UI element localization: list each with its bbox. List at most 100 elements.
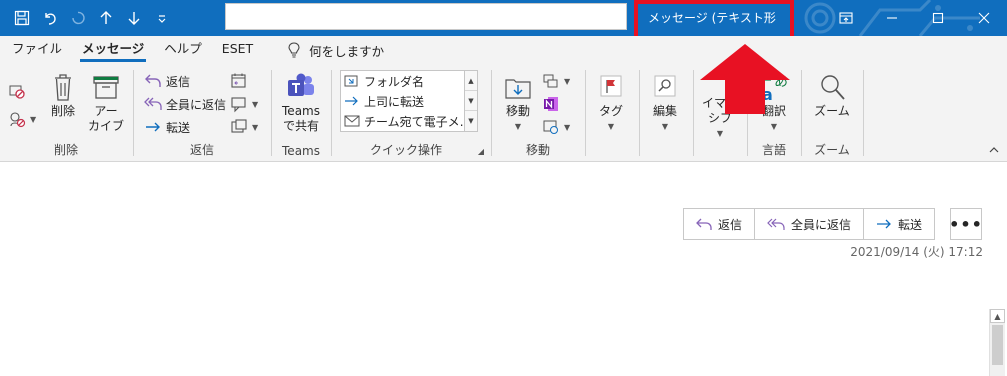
- save-icon[interactable]: [8, 0, 36, 36]
- zoom-label: ズーム: [814, 104, 850, 118]
- group-move: 移動 ▼ ▼ ▼ 移動: [492, 66, 584, 160]
- tell-me-label: 何をしますか: [309, 43, 385, 59]
- scroll-up-icon[interactable]: ▲: [990, 309, 1005, 323]
- quick-step-label: 上司に転送: [364, 94, 425, 109]
- teams-label-line1: Teams: [282, 104, 320, 118]
- trash-icon: [47, 70, 79, 104]
- forward-icon: [345, 96, 358, 106]
- ignore-button[interactable]: [8, 80, 26, 102]
- zoom-icon: [816, 70, 848, 104]
- next-item-icon[interactable]: [120, 0, 148, 36]
- mail-icon: [344, 115, 360, 127]
- minimize-icon[interactable]: [869, 0, 915, 36]
- tab-help[interactable]: ヘルプ: [154, 36, 212, 64]
- group-label-delete: 削除: [53, 143, 78, 157]
- rules-button[interactable]: ▼: [542, 70, 570, 92]
- calendar-reply-icon: [230, 72, 248, 90]
- ribbon-display-options-icon[interactable]: [823, 0, 869, 36]
- folder-move-icon: [344, 75, 358, 87]
- meeting-reply-button[interactable]: [230, 70, 248, 92]
- move-button[interactable]: 移動 ▼: [500, 70, 536, 134]
- gallery-more-icon[interactable]: ▼: [465, 111, 477, 131]
- group-label-zoom: ズーム: [814, 143, 850, 157]
- undo-icon[interactable]: [36, 0, 64, 36]
- reading-pane: 返信 全員に返信 転送 ••• 2021/09/14 (火) 17:12 ▲: [0, 163, 1007, 376]
- reply-label: 返信: [718, 217, 743, 232]
- group-label-language: 言語: [761, 143, 786, 157]
- group-label-move: 移動: [525, 143, 550, 157]
- group-label-respond: 返信: [189, 143, 214, 157]
- lightbulb-icon: [288, 42, 300, 58]
- tags-label: タグ: [598, 104, 623, 118]
- actions-button[interactable]: ▼: [542, 116, 570, 138]
- group-editing: 編集 ▼: [640, 66, 692, 160]
- quick-step-item[interactable]: フォルダ名: [341, 71, 477, 91]
- tab-message[interactable]: メッセージ: [72, 36, 154, 64]
- maximize-icon[interactable]: [915, 0, 961, 36]
- archive-label-line2: カイブ: [87, 119, 124, 133]
- quick-step-item[interactable]: 上司に転送: [341, 91, 477, 111]
- quick-access-toolbar: [8, 0, 176, 36]
- group-label-teams: Teams: [282, 144, 320, 158]
- previous-item-icon[interactable]: [92, 0, 120, 36]
- chevron-down-icon: ▼: [564, 76, 571, 86]
- reply-all-button[interactable]: 全員に返信: [755, 209, 865, 239]
- chat-icon: [230, 95, 248, 113]
- reply-label: 返信: [166, 74, 191, 89]
- chevron-down-icon: ▼: [607, 122, 615, 131]
- forward-button[interactable]: 転送: [144, 116, 190, 138]
- ignore-icon: [8, 82, 26, 100]
- gallery-scroll[interactable]: ▲ ▼ ▼: [464, 71, 477, 131]
- chevron-up-icon[interactable]: ▲: [465, 71, 477, 91]
- onenote-button[interactable]: [542, 93, 560, 115]
- scroll-thumb[interactable]: [992, 325, 1003, 365]
- group-zoom: ズーム ズーム: [802, 66, 862, 160]
- forward-button[interactable]: 転送: [864, 209, 934, 239]
- reply-button[interactable]: 返信: [144, 70, 190, 92]
- search-input[interactable]: [225, 3, 627, 30]
- junk-icon: [8, 110, 26, 128]
- tab-file[interactable]: ファイル: [2, 36, 72, 64]
- chevron-down-icon: ▼: [770, 122, 778, 131]
- rules-icon: [542, 72, 560, 90]
- quick-step-label: チーム宛て電子メ…: [364, 114, 472, 129]
- zoom-button[interactable]: ズーム: [812, 70, 852, 119]
- window-controls: [823, 0, 1007, 36]
- more-actions-button[interactable]: •••: [949, 208, 982, 240]
- reply-all-label: 全員に返信: [166, 97, 227, 112]
- actions-icon: [542, 118, 560, 136]
- ribbon: ▼ 削除 アー カイブ 削除 返信 全員に返信 転送 ▼ ▼ 返信 Teams …: [0, 64, 1007, 162]
- reply-icon: [144, 72, 162, 90]
- chevron-down-icon: ▼: [252, 122, 259, 132]
- reply-all-button[interactable]: 全員に返信: [144, 93, 226, 115]
- dialog-launcher-icon[interactable]: ◢: [478, 147, 484, 156]
- search-icon: [649, 70, 681, 104]
- editing-button[interactable]: 編集 ▼: [648, 70, 682, 134]
- vertical-scrollbar[interactable]: ▲: [989, 309, 1005, 376]
- onenote-icon: [542, 95, 560, 113]
- tags-button[interactable]: タグ ▼: [594, 70, 628, 134]
- more-respond-button[interactable]: ▼: [230, 116, 258, 138]
- group-label-quick-steps: クイック操作: [369, 143, 442, 157]
- collapse-ribbon-icon[interactable]: [989, 143, 999, 157]
- quick-step-item[interactable]: チーム宛て電子メ…: [341, 111, 477, 131]
- redo-icon[interactable]: [64, 0, 92, 36]
- junk-button[interactable]: ▼: [8, 108, 36, 130]
- forward-icon: [144, 118, 162, 136]
- im-reply-button[interactable]: ▼: [230, 93, 258, 115]
- customize-qat-icon[interactable]: [148, 0, 176, 36]
- chevron-down-icon[interactable]: ▼: [465, 91, 477, 111]
- tell-me-search[interactable]: 何をしますか: [287, 41, 384, 60]
- share-to-teams-button[interactable]: Teams で共有: [278, 70, 324, 134]
- tab-eset[interactable]: ESET: [212, 36, 263, 64]
- move-label: 移動: [505, 104, 530, 118]
- group-delete: ▼ 削除 アー カイブ 削除: [0, 66, 132, 160]
- delete-button[interactable]: 削除: [46, 70, 80, 119]
- annotation-arrow: [700, 44, 790, 114]
- chevron-down-icon: ▼: [716, 129, 724, 138]
- reply-button[interactable]: 返信: [684, 209, 756, 239]
- teams-icon: [285, 70, 317, 104]
- archive-button[interactable]: アー カイブ: [86, 70, 126, 134]
- close-icon[interactable]: [961, 0, 1007, 36]
- archive-label-line1: アー: [94, 104, 118, 118]
